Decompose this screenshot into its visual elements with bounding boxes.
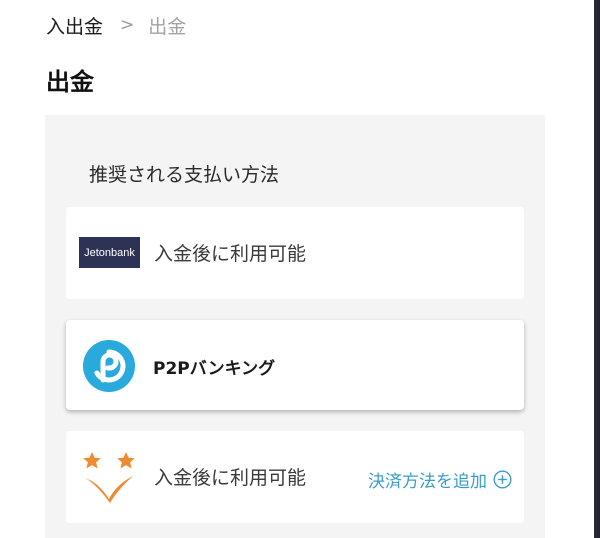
p2p-banking-logo	[83, 340, 135, 392]
breadcrumb-separator: >	[120, 15, 135, 35]
payment-method-p2p-banking[interactable]: P2Pバンキング	[66, 320, 524, 410]
payment-method-jetonbank[interactable]: Jetonbank 入金後に利用可能	[66, 207, 524, 299]
payment-methods-panel: 推奨される支払い方法 Jetonbank 入金後に利用可能 P2Pバンキング 入…	[45, 115, 545, 538]
stars-checkmark-logo	[83, 452, 135, 503]
payment-method-unavailable[interactable]: 入金後に利用可能 決済方法を追加	[66, 431, 524, 523]
add-payment-method-label: 決済方法を追加	[368, 472, 487, 492]
jetonbank-logo: Jetonbank	[79, 237, 140, 268]
jetonbank-status: 入金後に利用可能	[154, 243, 307, 265]
window-edge	[588, 0, 600, 538]
recommended-methods-title: 推奨される支払い方法	[89, 164, 280, 186]
withdrawal-page: 入出金 > 出金 出金 推奨される支払い方法 Jetonbank 入金後に利用可…	[0, 0, 600, 538]
breadcrumb: 入出金 > 出金	[46, 10, 186, 40]
add-payment-method-button[interactable]: 決済方法を追加	[368, 467, 512, 492]
plus-circle-icon	[493, 470, 512, 489]
breadcrumb-current: 出金	[148, 15, 187, 38]
method-status: 入金後に利用可能	[154, 467, 307, 489]
page-title: 出金	[46, 68, 94, 96]
breadcrumb-deposit-withdrawal-link[interactable]: 入出金	[46, 12, 103, 39]
p2p-banking-label: P2Pバンキング	[153, 359, 276, 379]
